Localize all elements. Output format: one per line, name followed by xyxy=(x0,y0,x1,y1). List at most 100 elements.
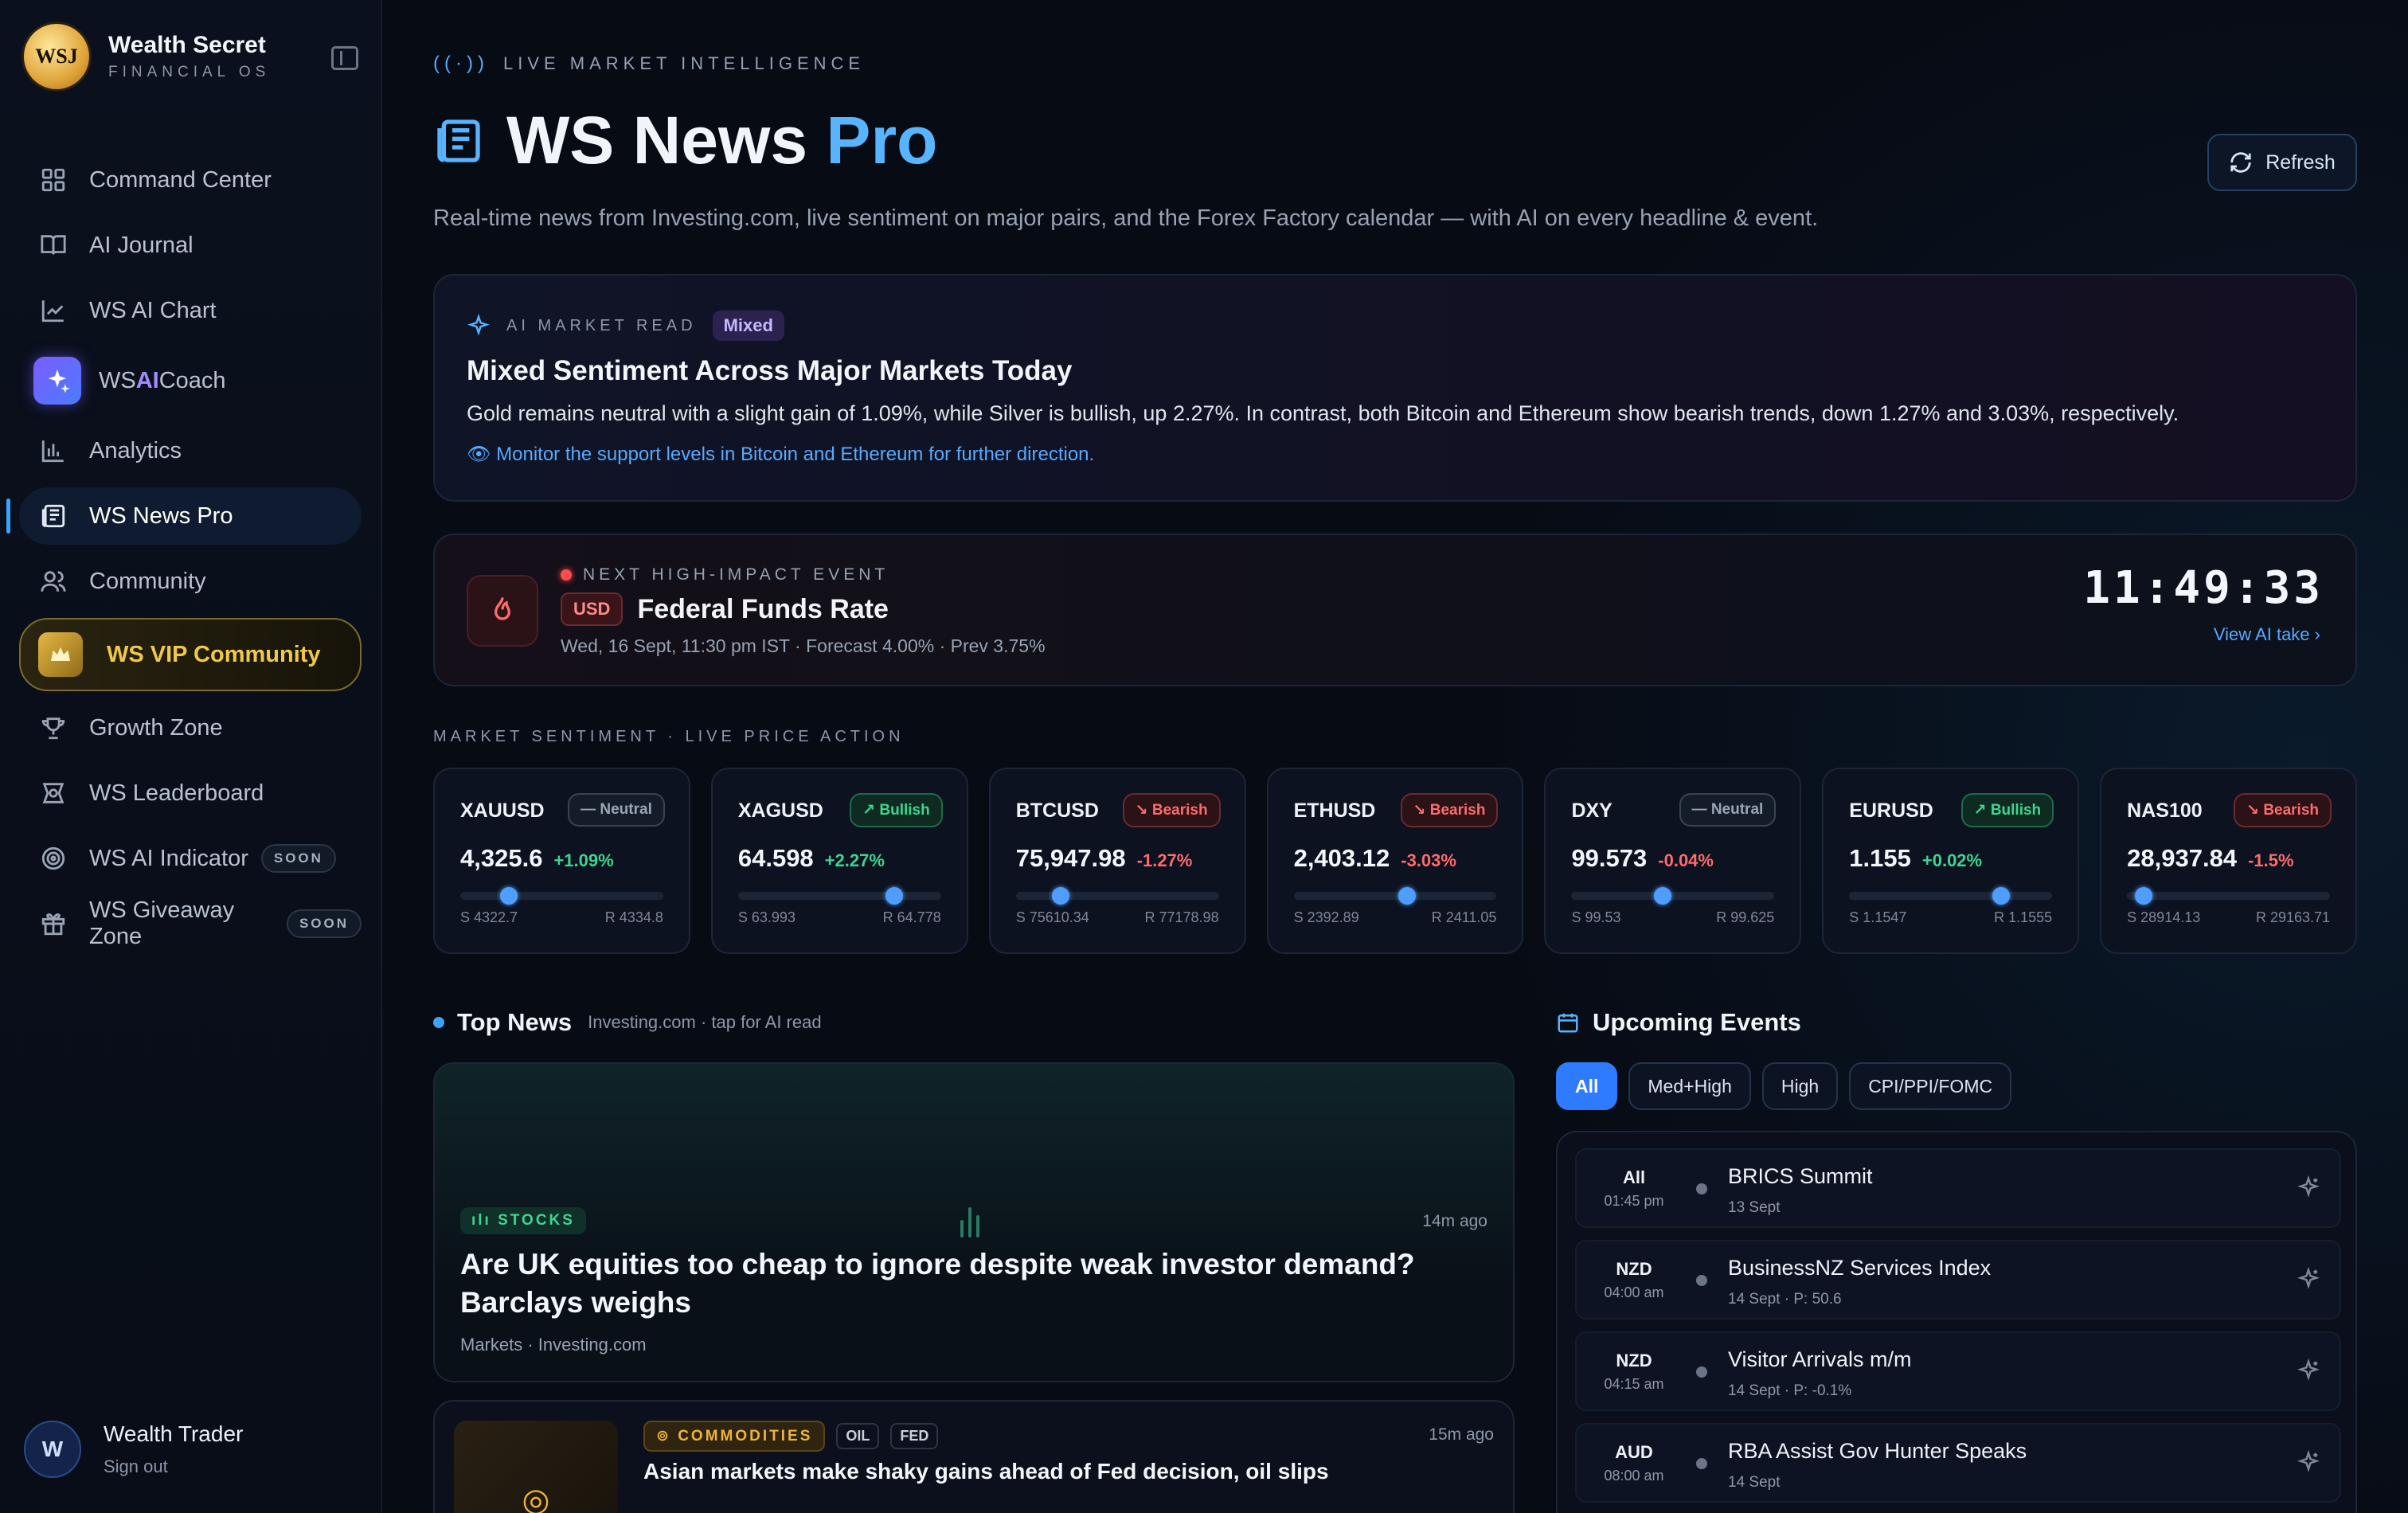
event-row[interactable]: NZD 04:00 am BusinessNZ Services Index 14 S… xyxy=(1575,1240,2341,1319)
sidebar-item-analytics[interactable]: Analytics xyxy=(19,422,362,479)
brand[interactable]: WSJ Wealth Secret FINANCIAL OS xyxy=(24,24,358,89)
sentiment-badge: ↘ Bearish xyxy=(2234,793,2332,827)
brand-name: Wealth Secret xyxy=(108,32,266,58)
event-row[interactable]: AUD 08:00 am RBA Assist Gov Hunter Speaks 1… xyxy=(1575,1423,2341,1503)
ticker-price-row: 75,947.98 -1.27% xyxy=(1016,844,1193,873)
next-event-card[interactable]: NEXT HIGH-IMPACT EVENT USD Federal Funds… xyxy=(433,534,2357,686)
bar-chart-icon xyxy=(41,440,64,463)
sidebar-item-ws-news-pro[interactable]: WS News Pro xyxy=(6,487,362,545)
range-bar xyxy=(1293,887,1497,905)
ai-sparkle-icon[interactable] xyxy=(2297,1267,2320,1291)
ticker-card[interactable]: DXY — Neutral 99.573 -0.04% S 99.53 R 99.625 xyxy=(1544,768,1802,954)
ticker-change: -3.03% xyxy=(1401,850,1456,870)
filter-med-high[interactable]: Med+High xyxy=(1628,1062,1751,1110)
impact-dot xyxy=(1696,1275,1707,1286)
ticker-symbol: XAUUSD xyxy=(460,800,545,822)
ticker-row: XAUUSD — Neutral 4,325.6 +1.09% S 4322.7 R 43… xyxy=(433,768,2358,954)
category-label: STOCKS xyxy=(498,1212,575,1229)
page-title: WS News Pro xyxy=(506,102,937,179)
support-level: S 2392.89 xyxy=(1293,909,1359,925)
event-row[interactable]: All 01:45 pm BRICS Summit 13 Sept xyxy=(1575,1148,2341,1228)
ticker-change: +0.02% xyxy=(1921,850,1983,870)
sidebar-item-ws-ai-coach[interactable]: WS AI Coach xyxy=(19,347,362,414)
sidebar-item-ws-giveaway-zone[interactable]: WS Giveaway Zone SOON xyxy=(19,895,362,952)
ticker-price-row: 64.598 +2.27% xyxy=(738,844,885,873)
support-level: S 4322.7 xyxy=(460,909,518,925)
trophy-icon xyxy=(41,717,65,740)
sidebar-item-ai-journal[interactable]: AI Journal xyxy=(19,217,362,274)
next-event-meta: Wed, 16 Sept, 11:30 pm IST · Forecast 4.… xyxy=(561,635,1046,656)
ticker-card[interactable]: XAGUSD ↗ Bullish 64.598 +2.27% S 63.993 R 64.… xyxy=(710,768,968,954)
support-level: S 1.1547 xyxy=(1849,909,1907,925)
ai-sparkle-icon[interactable] xyxy=(2297,1450,2320,1474)
range-marker xyxy=(1051,887,1069,905)
sidebar-item-ws-leaderboard[interactable]: WS Leaderboard xyxy=(19,764,362,822)
impact-dot xyxy=(1696,1458,1707,1469)
filter-all[interactable]: All xyxy=(1556,1062,1618,1110)
ticker-symbol: DXY xyxy=(1571,800,1612,822)
sidebar-item-label-post: Coach xyxy=(158,367,226,393)
main-content: ((·)) LIVE MARKET INTELLIGENCE WS News P… xyxy=(382,0,2408,1513)
sentiment-label: Bearish xyxy=(2263,802,2320,819)
sidebar-item-label: WS AI Indicator xyxy=(89,845,248,871)
event-time: 04:00 am xyxy=(1604,1284,1664,1300)
ticker-card[interactable]: NAS100 ↘ Bearish 28,937.84 -1.5% S 28914.13 R… xyxy=(2100,768,2358,954)
calendar-icon xyxy=(1558,1013,1578,1033)
support-level: S 28914.13 xyxy=(2127,909,2201,925)
ticker-symbol: EURUSD xyxy=(1849,800,1933,822)
ticker-price-row: 2,403.12 -3.03% xyxy=(1294,844,1456,873)
news-tag[interactable]: OIL xyxy=(836,1423,880,1449)
view-ai-take-label: View AI take xyxy=(2213,624,2310,644)
target-icon xyxy=(41,846,65,870)
users-icon xyxy=(41,571,66,592)
event-row[interactable]: NZD 04:15 am Visitor Arrivals m/m 14 Sept ·… xyxy=(1575,1331,2341,1411)
news-tag[interactable]: FED xyxy=(890,1423,939,1449)
user-text: Wealth Trader Sign out xyxy=(104,1421,243,1477)
range-bar xyxy=(2127,887,2331,905)
sidebar-item-ws-vip-community[interactable]: WS VIP Community xyxy=(19,618,362,691)
view-ai-take-link[interactable]: View AI take › xyxy=(2214,624,2320,645)
ai-sparkle-icon[interactable] xyxy=(2297,1175,2320,1199)
ticker-card[interactable]: EURUSD ↗ Bullish 1.155 +0.02% S 1.1547 R 1.15… xyxy=(1822,768,2080,954)
resistance-level: R 2411.05 xyxy=(1431,909,1497,925)
countdown-timer: 11:49:33 xyxy=(2083,562,2324,614)
sidebar-item-ws-ai-indicator[interactable]: WS AI Indicator SOON xyxy=(19,830,362,887)
sidebar-collapse-icon[interactable] xyxy=(331,46,358,70)
news-card[interactable]: ılı STOCKS 14m ago Are UK equities too c… xyxy=(433,1062,1515,1382)
ai-headline: Mixed Sentiment Across Major Markets Tod… xyxy=(467,355,1073,386)
support-level: S 75610.34 xyxy=(1015,909,1089,925)
sentiment-badge: — Neutral xyxy=(1679,793,1777,827)
news-time: 15m ago xyxy=(1429,1425,1494,1444)
ticker-card[interactable]: BTCUSD ↘ Bearish 75,947.98 -1.27% S 75610.34… xyxy=(988,768,1246,954)
gift-icon xyxy=(41,913,65,936)
news-title: Asian markets make shaky gains ahead of … xyxy=(643,1459,1329,1484)
sidebar-item-label: Growth Zone xyxy=(89,714,223,741)
filter-high[interactable]: High xyxy=(1761,1062,1839,1110)
event-currency: NZD xyxy=(1616,1351,1652,1370)
resistance-level: R 4334.8 xyxy=(604,909,663,925)
coins-icon: ◎ xyxy=(454,1421,618,1513)
filter-cpi-ppi-fomc[interactable]: CPI/PPI/FOMC xyxy=(1849,1062,2012,1110)
ticker-price-row: 1.155 +0.02% xyxy=(1849,844,1982,873)
ticker-card[interactable]: ETHUSD ↘ Bearish 2,403.12 -3.03% S 2392.89 R … xyxy=(1266,768,1524,954)
sign-out-link[interactable]: Sign out xyxy=(104,1456,243,1477)
ai-sparkle-icon[interactable] xyxy=(2297,1359,2320,1382)
sidebar-item-growth-zone[interactable]: Growth Zone xyxy=(19,699,362,756)
ticker-price: 1.155 xyxy=(1849,844,1911,872)
refresh-button[interactable]: Refresh xyxy=(2207,134,2357,191)
sidebar-item-command-center[interactable]: Command Center xyxy=(19,151,362,209)
soon-badge: SOON xyxy=(286,909,362,938)
event-name: Visitor Arrivals m/m xyxy=(1728,1347,1912,1371)
ticker-price: 99.573 xyxy=(1571,844,1648,872)
resistance-level: R 64.778 xyxy=(882,909,941,925)
sidebar-item-label: WS VIP Community xyxy=(107,641,321,667)
resistance-level: R 1.1555 xyxy=(1994,909,2053,925)
user-profile[interactable]: W Wealth Trader Sign out xyxy=(24,1421,243,1478)
badge-icon xyxy=(42,783,64,803)
sidebar-item-ws-ai-chart[interactable]: WS AI Chart xyxy=(19,282,362,339)
user-name: Wealth Trader xyxy=(104,1421,244,1446)
news-card[interactable]: ◎ ⊚ COMMODITIES OIL FED 15m ago Asian ma… xyxy=(433,1400,1515,1513)
ai-body: Gold remains neutral with a slight gain … xyxy=(467,401,2179,425)
sidebar-item-community[interactable]: Community xyxy=(19,553,362,610)
ticker-card[interactable]: XAUUSD — Neutral 4,325.6 +1.09% S 4322.7 R 43… xyxy=(433,768,690,954)
